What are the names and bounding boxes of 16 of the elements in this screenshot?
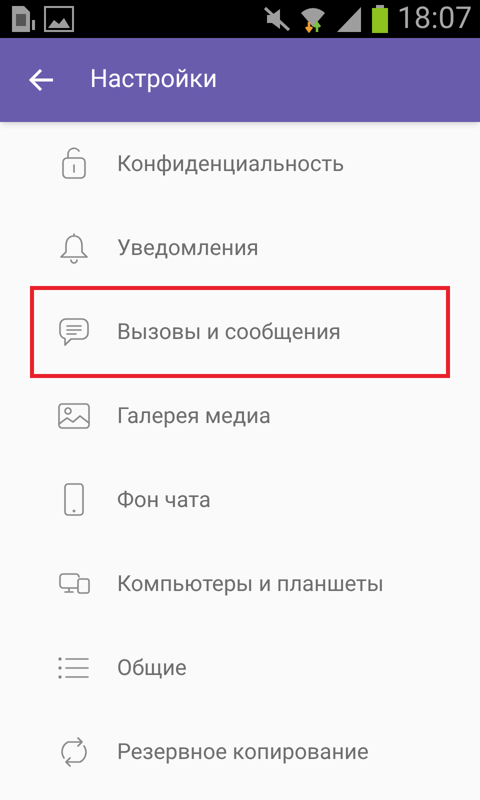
item-label: Конфиденциальность [117,150,344,178]
clock: 18:07 [397,4,472,34]
battery-icon [371,4,390,34]
item-label: Уведомления [117,234,259,262]
item-label: Компьютеры и планшеты [117,570,384,598]
muted-speaker-icon [263,6,292,32]
signal-icon [335,5,364,33]
item-label: Галерея медиа [117,402,271,430]
item-label: Резервное копирование [117,738,369,766]
item-label: Общие [117,654,187,682]
screen-title: Настройки [90,64,218,96]
back-arrow-icon [29,68,55,92]
item-label: Вызовы и сообщения [117,318,341,346]
item-label: Фон чата [117,486,211,514]
image-icon [44,6,74,32]
settings-item[interactable]: Вызовы и сообщения [30,286,450,378]
